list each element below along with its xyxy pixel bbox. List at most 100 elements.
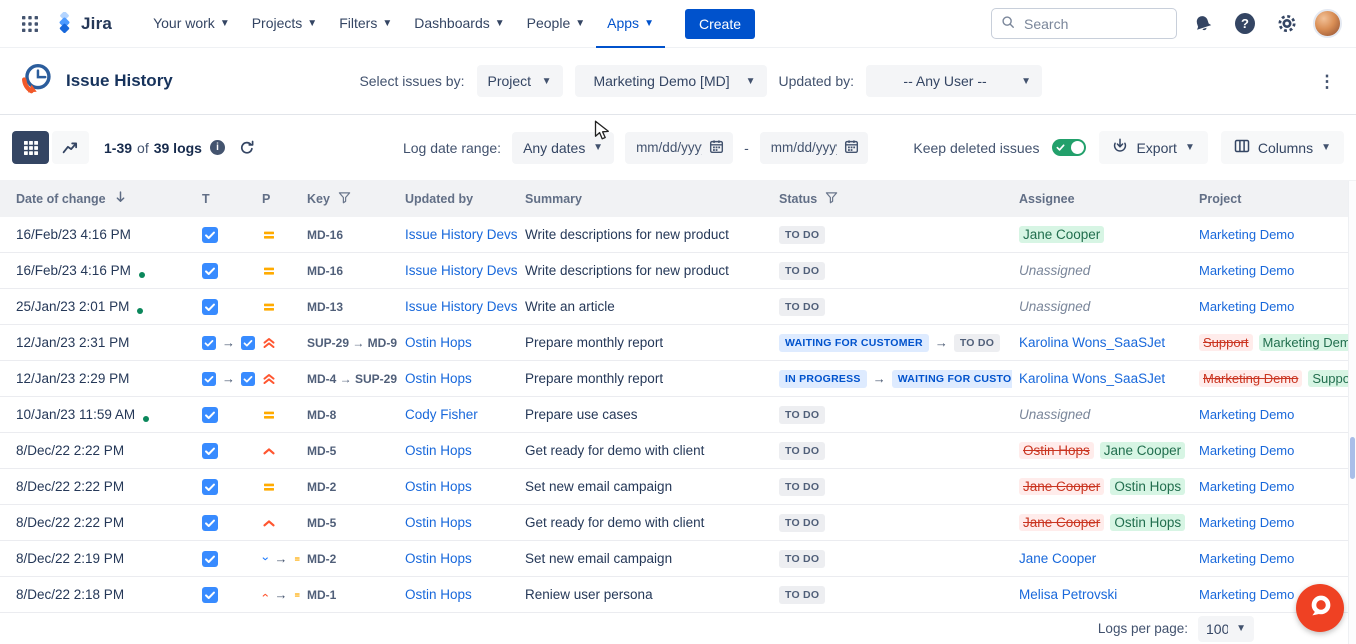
updated-by-link[interactable]: Ostin Hops [405,515,472,530]
cell-project: Marketing Demo [1192,227,1356,242]
project-link[interactable]: Marketing Demo [1199,443,1294,458]
date-from-field[interactable] [625,132,733,164]
date-from-input[interactable] [634,139,704,156]
assignee-link[interactable]: Karolina Wons_SaaSJet [1019,371,1165,386]
cell-key: MD-5 [300,516,398,530]
keep-deleted-label: Keep deleted issues [913,140,1039,156]
cell-assignee: Jane CooperOstin Hops [1012,478,1192,495]
assignee-link[interactable]: Melisa Petrovski [1019,587,1117,602]
col-header-status[interactable]: Status [772,191,1012,207]
task-type-icon [202,371,216,387]
more-options-kebab-icon[interactable]: ⋮ [1314,65,1340,97]
create-button[interactable]: Create [685,9,755,39]
info-icon[interactable]: i [210,140,225,155]
notifications-bell-icon[interactable] [1187,8,1219,40]
jira-logo-icon [54,12,75,36]
project-dropdown[interactable]: Marketing Demo [MD] ▼ [575,65,767,97]
nav-item-dashboards[interactable]: Dashboards▼ [403,0,515,48]
chat-widget-button[interactable] [1296,584,1344,632]
calendar-icon[interactable] [709,139,724,157]
updated-by-link[interactable]: Ostin Hops [405,479,472,494]
table-row: 8/Dec/22 2:22 PMMD-5Ostin HopsGet ready … [0,433,1356,469]
search-input[interactable] [1022,15,1152,33]
col-header-date[interactable]: Date of change [0,190,195,207]
col-header-assignee[interactable]: Assignee [1012,192,1192,206]
export-button[interactable]: Export ▼ [1099,131,1207,164]
updated-by-label: Updated by: [779,73,855,89]
cell-key: SUP-29 → MD-9 [300,336,398,350]
cell-updated-by: Issue History Devs [398,227,518,242]
help-icon[interactable]: ? [1229,8,1261,40]
updated-by-link[interactable]: Issue History Devs [405,299,518,314]
nav-item-filters[interactable]: Filters▼ [328,0,403,48]
updated-by-link[interactable]: Ostin Hops [405,551,472,566]
updated-by-link[interactable]: Issue History Devs [405,263,518,278]
project-link[interactable]: Marketing Demo [1199,515,1294,530]
status-badge: TO DO [779,442,825,460]
project-link[interactable]: Marketing Demo [1199,227,1294,242]
search-icon [1001,15,1015,32]
keep-deleted-toggle[interactable] [1052,139,1086,156]
jira-logo[interactable]: Jira [54,12,112,36]
chart-view-button[interactable] [52,131,89,164]
col-header-summary[interactable]: Summary [518,192,772,206]
sort-desc-icon[interactable] [114,190,127,207]
nav-item-people[interactable]: People▼ [516,0,597,48]
project-link[interactable]: Marketing Demo [1199,299,1294,314]
nav-item-apps[interactable]: Apps▼ [596,0,665,48]
cell-updated-by: Ostin Hops [398,443,518,458]
updated-by-link[interactable]: Ostin Hops [405,587,472,602]
user-avatar[interactable] [1313,9,1342,38]
updated-by-link[interactable]: Ostin Hops [405,371,472,386]
updated-by-link[interactable]: Cody Fisher [405,407,478,422]
col-header-type[interactable]: T [195,192,255,206]
cell-date: 16/Feb/23 4:16 PM [0,227,195,242]
project-link[interactable]: Marketing Demo [1199,551,1294,566]
app-switcher-icon[interactable] [14,8,46,40]
date-to-field[interactable] [760,132,868,164]
assignee-link[interactable]: Jane Cooper [1019,551,1096,566]
cell-priority: → [255,551,300,566]
date-to-input[interactable] [769,139,839,156]
cell-status: TO DO [772,406,1012,424]
columns-button[interactable]: Columns ▼ [1221,131,1344,164]
date-preset-dropdown[interactable]: Any dates ▼ [512,132,614,164]
updated-by-link[interactable]: Ostin Hops [405,335,472,350]
chevron-down-icon: ▼ [746,76,756,87]
chevron-down-icon: ▼ [1021,76,1031,87]
project-link[interactable]: Marketing Demo [1199,263,1294,278]
assignee-link[interactable]: Karolina Wons_SaaSJet [1019,335,1165,350]
status-badge: WAITING FOR CUSTOMER [779,334,929,352]
cell-type [195,587,255,603]
nav-item-projects[interactable]: Projects▼ [241,0,328,48]
filter-icon[interactable] [338,191,351,207]
settings-gear-icon[interactable] [1271,8,1303,40]
chevron-down-icon: ▼ [382,18,392,29]
scrollbar-thumb[interactable] [1350,437,1355,479]
col-header-priority[interactable]: P [255,192,300,206]
cell-project: Marketing Demo [1192,479,1356,494]
updated-by-link[interactable]: Ostin Hops [405,443,472,458]
logs-per-page-dropdown[interactable]: 100 ▼ [1198,616,1254,642]
refresh-icon[interactable] [239,140,255,156]
project-link[interactable]: Marketing Demo [1199,407,1294,422]
project-link[interactable]: Marketing Demo [1199,479,1294,494]
project-link[interactable]: Marketing Demo [1199,587,1294,602]
cell-status: TO DO [772,226,1012,244]
select-mode-dropdown[interactable]: Project ▼ [477,65,563,97]
updated-by-dropdown[interactable]: -- Any User -- ▼ [866,65,1042,97]
nav-item-your-work[interactable]: Your work▼ [142,0,241,48]
calendar-icon[interactable] [844,139,859,157]
updated-by-link[interactable]: Issue History Devs [405,227,518,242]
task-type-icon [202,443,218,459]
grid-view-button[interactable] [12,131,49,164]
col-header-key[interactable]: Key [300,191,398,207]
filter-icon[interactable] [825,191,838,207]
assignee-chip: Jane Cooper [1019,226,1104,243]
cell-key: MD-2 [300,552,398,566]
global-search[interactable] [991,8,1177,39]
cell-updated-by: Ostin Hops [398,479,518,494]
col-header-project[interactable]: Project [1192,192,1356,206]
col-header-updated-by[interactable]: Updated by [398,192,518,206]
cell-priority [255,480,300,494]
